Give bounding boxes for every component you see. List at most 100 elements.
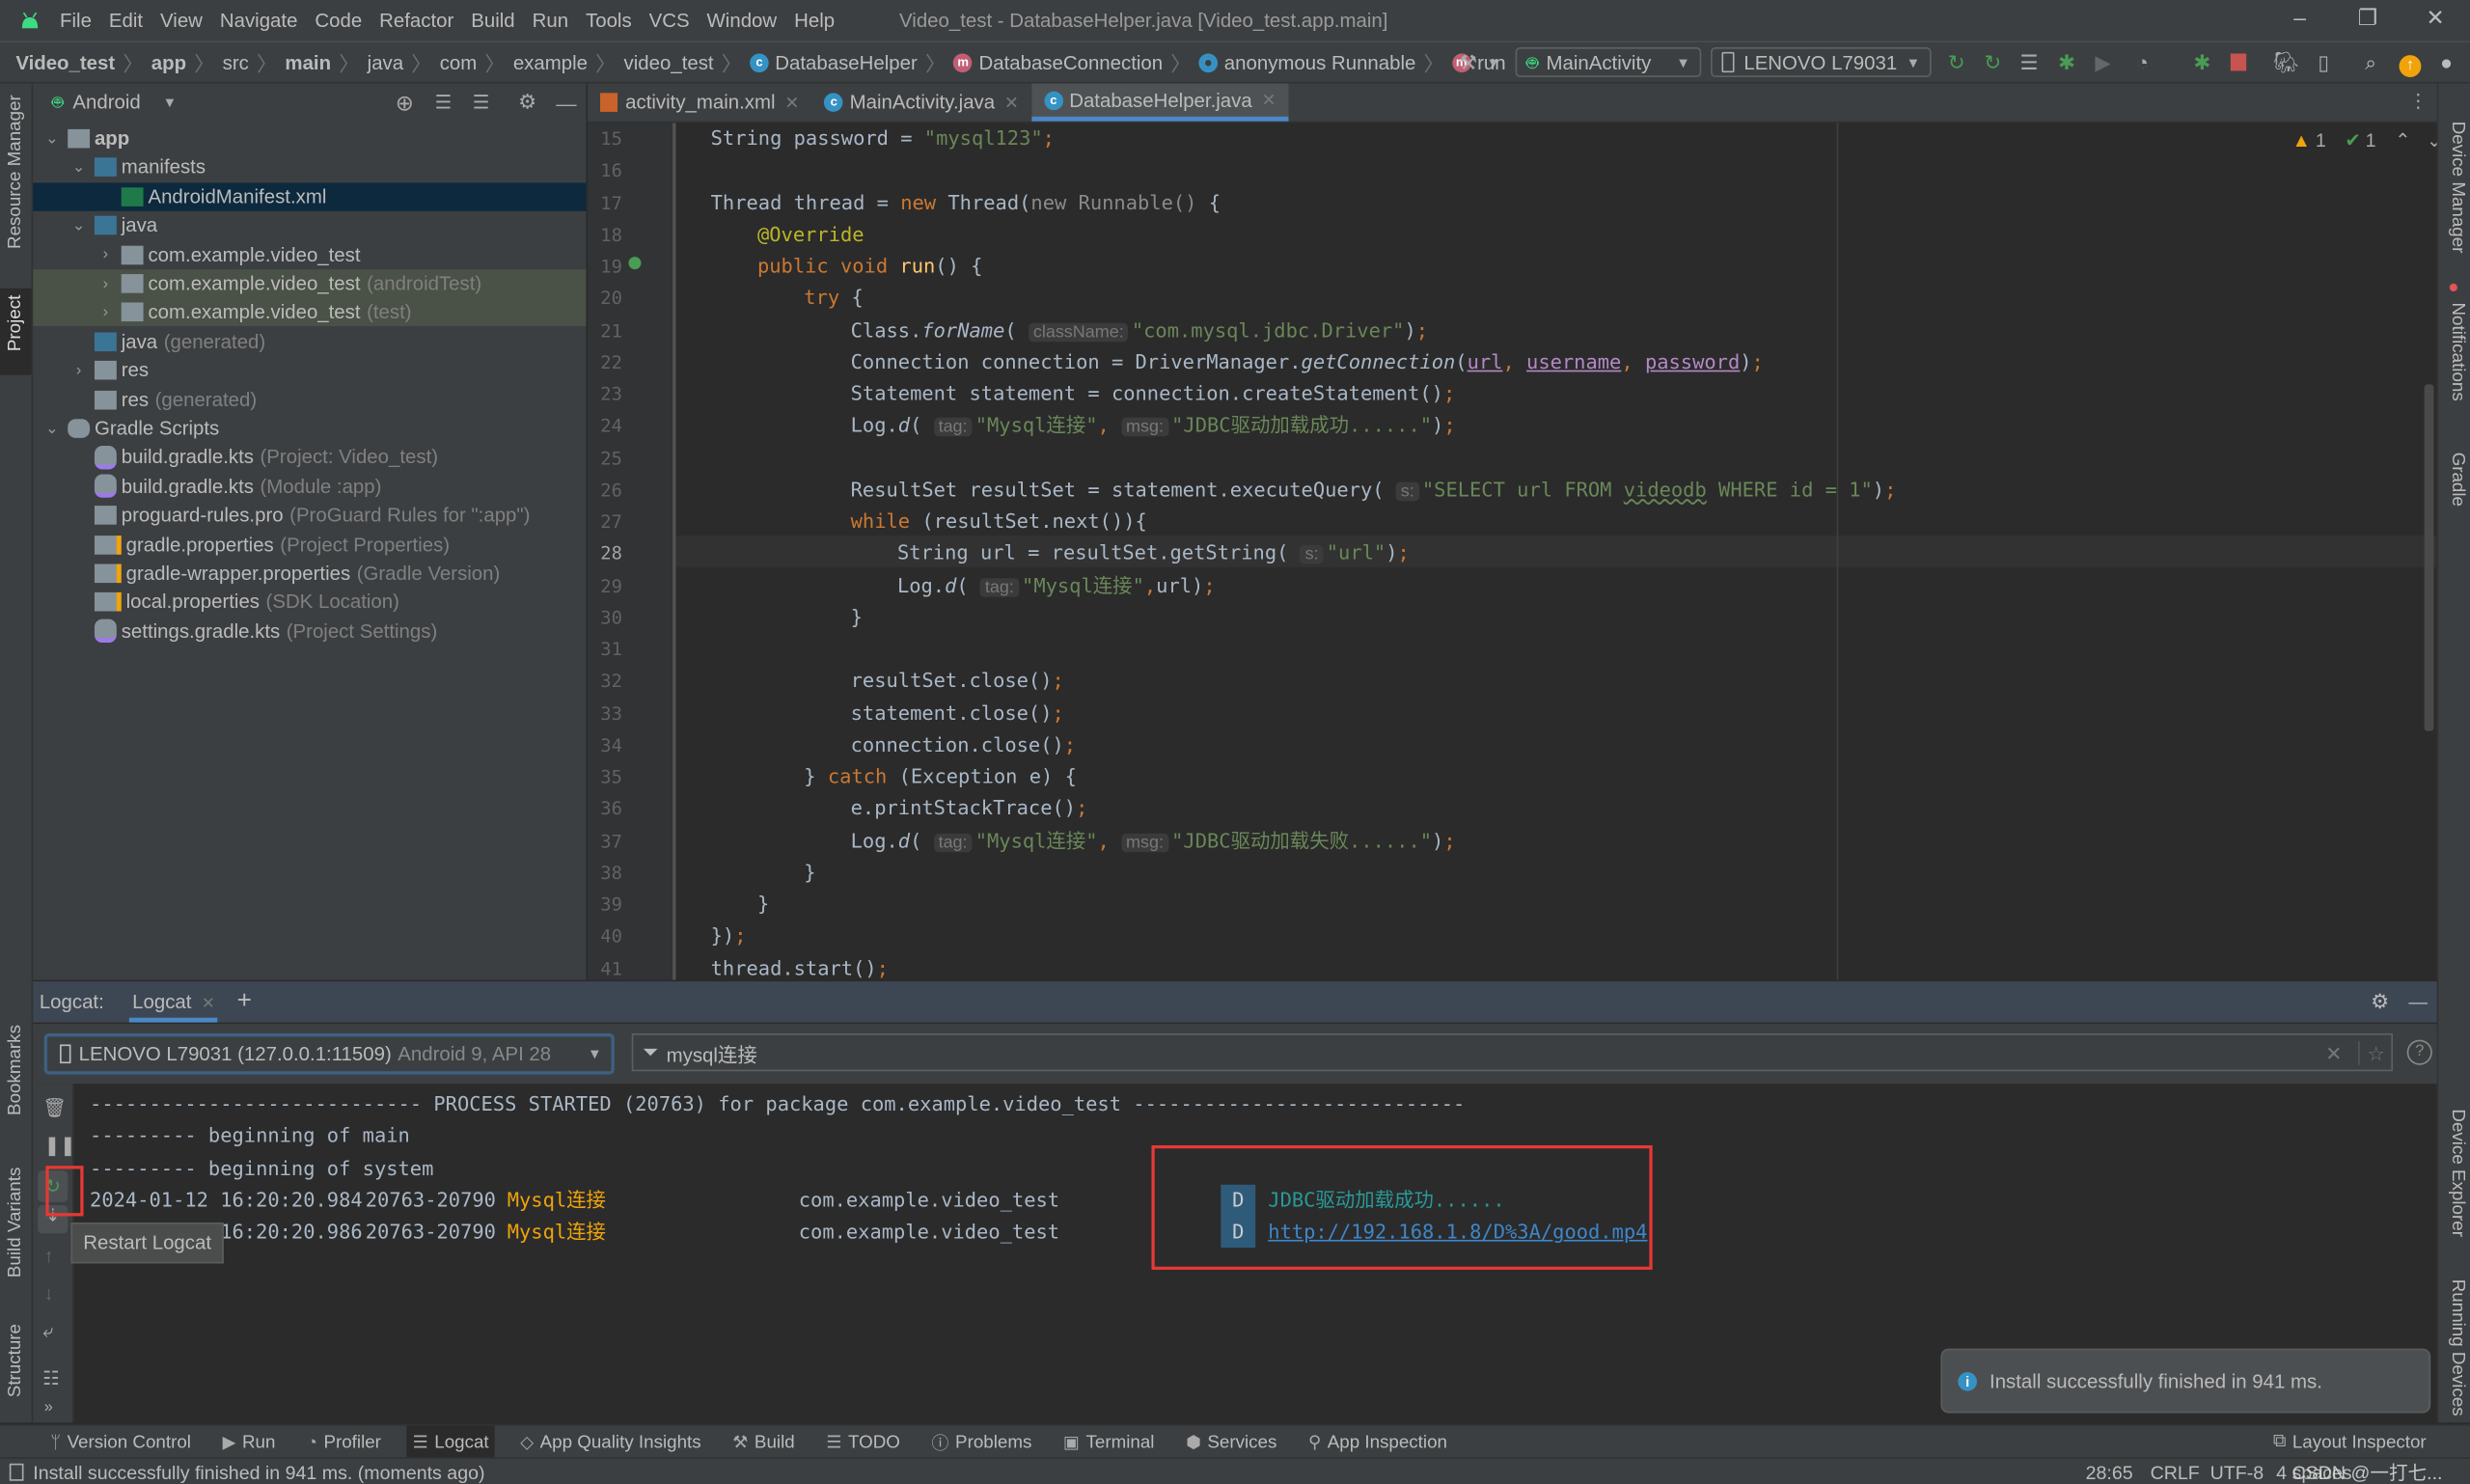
chevron-down-icon[interactable]: ⌄ (42, 420, 62, 437)
hide-panel-icon[interactable]: — (556, 91, 576, 114)
tool-tab-resource-manager[interactable]: Resource Manager (0, 95, 32, 257)
chevron-right-icon[interactable]: › (96, 304, 116, 321)
run-with-coverage-icon[interactable]: ▶ (2091, 50, 2116, 75)
help-icon[interactable]: ? (2406, 1039, 2432, 1065)
code-line[interactable]: try { (804, 283, 863, 315)
chevron-down-icon[interactable]: ⌄ (69, 159, 89, 177)
breadcrumb-item[interactable]: m DatabaseConnection (953, 51, 1163, 73)
settings-sliders-icon[interactable]: ☷ (42, 1367, 60, 1389)
code-line[interactable]: resultSet.close(); (851, 665, 1064, 697)
code-line[interactable]: Log.d( tag: "Mysql连接", msg: "JDBC驱动加载成功...… (851, 410, 1456, 442)
breadcrumb-item[interactable]: java (368, 51, 403, 73)
code-line[interactable]: Thread thread = new Thread(new Runnable(… (711, 186, 1221, 218)
menu-view[interactable]: View (160, 10, 203, 32)
code-line[interactable]: thread.start(); (711, 952, 889, 980)
code-line[interactable]: e.printStackTrace(); (851, 793, 1088, 825)
tool-window-app-inspection[interactable]: ⚲ App Inspection (1303, 1426, 1454, 1459)
code-line[interactable]: ResultSet resultSet = statement.executeQ… (851, 474, 1896, 506)
file-encoding[interactable]: UTF-8 (2210, 1461, 2264, 1483)
tool-window-problems[interactable]: ⓘ Problems (925, 1426, 1038, 1459)
layout-inspector-button[interactable]: ⧉ Layout Inspector (2273, 1432, 2427, 1452)
close-tab-icon[interactable]: ✕ (784, 93, 799, 113)
build-hammer-icon[interactable]: ⚒ (1456, 50, 1481, 75)
breadcrumb-item[interactable]: example (513, 51, 588, 73)
tree-item[interactable]: local.properties (SDK Location) (33, 589, 586, 617)
tool-tab-structure[interactable]: Structure (0, 1312, 32, 1407)
gear-icon[interactable]: ⚙ (2371, 989, 2389, 1014)
close-icon[interactable]: ✕ (202, 996, 215, 1013)
previous-highlight-icon[interactable]: ⌃ (2395, 129, 2410, 151)
tool-window-todo[interactable]: ☰ TODO (820, 1426, 907, 1459)
code-line[interactable]: Class.forName( className: "com.mysql.jdbc… (851, 315, 1428, 346)
account-icon[interactable]: ● (2433, 50, 2458, 75)
tree-item[interactable]: ⌄ java (33, 211, 586, 239)
code-editor[interactable]: 15 16 17 18 19 20 21 22 23 24 25 26 27 28 29 30 31 32 33 34… (587, 123, 2437, 980)
device-select[interactable]: LENOVO L79031 ▼ (1711, 46, 1932, 78)
log-line[interactable]: ---------------------------- PROCESS STA… (90, 1088, 1465, 1120)
tree-item[interactable]: res (generated) (33, 385, 586, 413)
logcat-device-select[interactable]: LENOVO L79031 (127.0.0.1:11509) Android … (43, 1033, 615, 1075)
breadcrumb-item[interactable]: main (285, 51, 331, 73)
code-line[interactable]: } (757, 889, 769, 921)
tab-logcat[interactable]: Logcat ✕ (128, 981, 218, 1023)
tool-window-build[interactable]: ⚒ Build (727, 1426, 801, 1459)
breadcrumb-item[interactable]: anonymous Runnable (1198, 51, 1415, 73)
tree-item[interactable]: gradle-wrapper.properties (Gradle Version… (33, 560, 586, 588)
tool-window-run[interactable]: ▶ Run (216, 1426, 282, 1459)
menu-edit[interactable]: Edit (109, 10, 143, 32)
tool-tab-notifications[interactable]: Notifications (2442, 281, 2470, 407)
editor-scrollbar[interactable] (2424, 384, 2434, 731)
restore-button[interactable]: ❐ (2343, 5, 2393, 37)
editor-tab[interactable]: activity_main.xml ✕ (588, 84, 811, 122)
tool-window-terminal[interactable]: ▣ Terminal (1057, 1426, 1161, 1459)
tree-item[interactable]: AndroidManifest.xml (33, 182, 587, 211)
code-line[interactable]: connection.close(); (851, 729, 1076, 761)
breadcrumb-item[interactable]: Video_test (15, 51, 115, 73)
close-tab-icon[interactable]: ✕ (1261, 90, 1276, 111)
tool-window-logcat[interactable]: ☰ Logcat (406, 1425, 496, 1459)
line-separator[interactable]: CRLF (2151, 1461, 2200, 1483)
tree-item[interactable]: ⌄ Gradle Scripts (33, 414, 586, 442)
breadcrumb-item[interactable]: com (440, 51, 478, 73)
implements-method-icon[interactable] (628, 257, 642, 270)
menu-navigate[interactable]: Navigate (220, 10, 298, 32)
gradle-sync-icon[interactable]: 🐘︎ (2273, 50, 2299, 75)
down-arrow-icon[interactable]: ↓ (44, 1282, 54, 1305)
tool-tab-device-manager[interactable]: Device Manager (2442, 99, 2470, 273)
more-options-icon[interactable]: ⋮ (2408, 90, 2428, 112)
log-line[interactable]: --------- beginning of system (90, 1152, 433, 1184)
menu-build[interactable]: Build (471, 10, 514, 32)
close-tab-icon[interactable]: ✕ (1004, 93, 1019, 113)
tree-item[interactable]: › com.example.video_test (33, 240, 586, 268)
code-line[interactable]: Log.d( tag: "Mysql连接", msg: "JDBC驱动加载失败...… (851, 825, 1456, 857)
update-icon[interactable]: ↑ (2398, 50, 2423, 78)
inspection-widget[interactable]: ▲ 1 ✔ 1 ⌃ ⌄ (2292, 129, 2437, 151)
sync-icon[interactable]: ☰ (2017, 50, 2042, 75)
tool-window-profiler[interactable]: ◔ Profiler (301, 1426, 388, 1459)
add-tab-icon[interactable]: + (237, 988, 252, 1016)
menu-tools[interactable]: Tools (586, 10, 632, 32)
code-line[interactable]: String url = resultSet.getString( s: "url… (897, 537, 1410, 569)
tree-item[interactable]: build.gradle.kts (Module :app) (33, 472, 586, 500)
gear-icon[interactable]: ⚙ (518, 90, 536, 115)
chevron-down-icon[interactable]: ▼ (163, 95, 178, 110)
collapse-all-icon[interactable]: ☰ (473, 92, 490, 114)
tool-tab-running-devices[interactable]: Running Devices (2442, 1257, 2470, 1416)
menu-window[interactable]: Window (707, 10, 778, 32)
tool-tab-build-variants[interactable]: Build Variants (0, 1155, 32, 1297)
menu-vcs[interactable]: VCS (649, 10, 690, 32)
code-line[interactable]: Log.d( tag: "Mysql连接",url); (897, 569, 1216, 601)
code-line[interactable]: }); (711, 921, 747, 952)
run-config-select[interactable]: 🤖︎ MainActivity ▼ (1515, 46, 1702, 78)
menu-file[interactable]: File (60, 10, 92, 32)
install-notification[interactable]: i Install successfully finished in 941 m… (1940, 1348, 2431, 1414)
tool-tab-device-explorer[interactable]: Device Explorer (2442, 1087, 2470, 1237)
expand-all-icon[interactable]: ☰ (435, 92, 453, 114)
log-line[interactable]: --------- beginning of main (90, 1120, 410, 1152)
tree-item[interactable]: build.gradle.kts (Project: Video_test) (33, 443, 586, 471)
editor-tab[interactable]: c MainActivity.java ✕ (811, 84, 1031, 122)
locate-file-icon[interactable]: ⊕ (396, 89, 414, 116)
project-view-select[interactable]: Android (72, 92, 140, 114)
chevron-down-icon[interactable]: ⌄ (69, 217, 89, 234)
code-line[interactable]: } catch (Exception e) { (804, 761, 1077, 793)
